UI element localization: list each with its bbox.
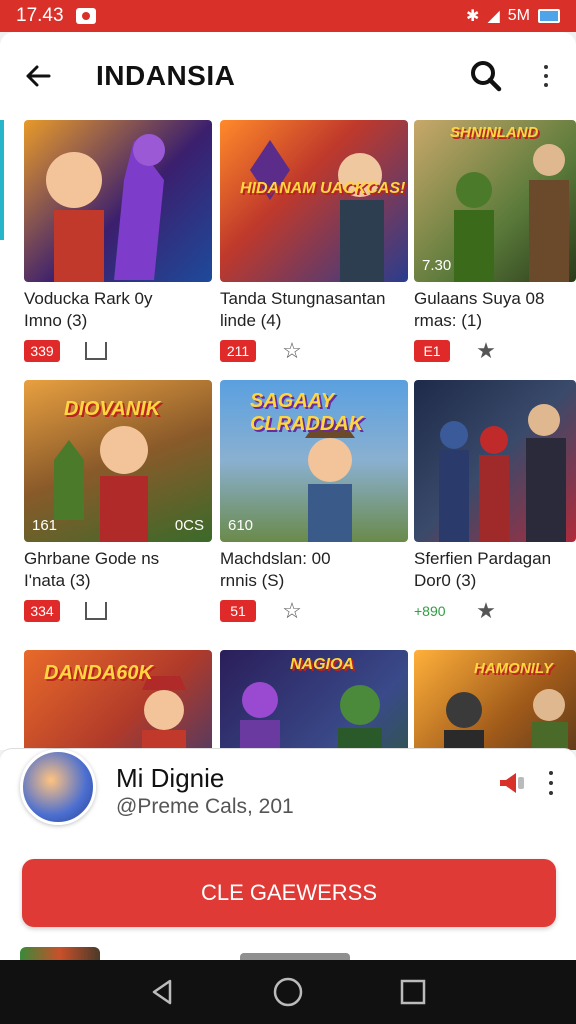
channel-subtitle: @Preme Cals, 201 — [116, 795, 294, 818]
video-thumbnail[interactable] — [24, 120, 212, 282]
thumbnail-logo: DIOVANIK — [64, 398, 161, 420]
share-icon[interactable]: ★ — [474, 598, 498, 623]
video-card[interactable]: Sferfien Pardagan Dor0 (3) +890 ★ — [414, 380, 576, 623]
duration-label-right: 0CS — [174, 517, 204, 534]
video-card[interactable]: SHNINLAND 7.30 Gulaans Suya 08 rmas: (1)… — [414, 120, 576, 363]
video-thumbnail[interactable]: SAGAAY CLRADDAK 610 — [220, 380, 408, 542]
thumbnail-logo: DANDA60K — [44, 662, 153, 684]
save-icon[interactable] — [84, 600, 108, 622]
status-time: 17.43 — [16, 5, 64, 26]
channel-menu-icon[interactable] — [544, 771, 558, 811]
video-subtitle: Dor0 (3) — [414, 571, 477, 590]
system-nav-bar — [0, 960, 576, 1024]
video-subtitle: rmas: (1) — [414, 311, 482, 330]
video-title: Sferfien Pardagan — [414, 549, 552, 568]
star-icon[interactable]: ☆ — [280, 338, 304, 363]
video-title: Ghrbane Gode ns — [24, 549, 160, 568]
video-subtitle: Imno (3) — [24, 311, 88, 330]
search-icon[interactable] — [468, 58, 504, 94]
overflow-menu-icon[interactable] — [536, 58, 556, 94]
channel-panel: Mi Dignie @Preme Cals, 201 CLE GAEWERSS — [0, 748, 576, 961]
next-item-peek — [20, 947, 100, 961]
thumbnail-logo: HAMONILY — [474, 660, 553, 677]
video-thumbnail[interactable]: SHNINLAND 7.30 — [414, 120, 576, 282]
status-right: ✱ ◢ 5M — [466, 6, 560, 26]
share-icon[interactable]: ★ — [474, 338, 498, 363]
views-badge: E1 — [414, 340, 450, 362]
network-label: 5M — [507, 7, 530, 24]
subscribe-button[interactable]: CLE GAEWERSS — [22, 859, 556, 927]
thumbnail-logo: HIDANAM UACKCAS! — [240, 180, 406, 197]
video-card[interactable]: DIOVANIK 161 0CS Ghrbane Gode ns I'nata … — [24, 380, 212, 622]
video-card[interactable]: NAGIOA — [220, 650, 408, 750]
video-thumbnail[interactable]: HAMONILY — [414, 650, 576, 750]
views-badge: +890 — [414, 603, 446, 619]
duration-label: 610 — [228, 517, 254, 534]
views-badge: 339 — [24, 340, 60, 362]
video-subtitle: I'nata (3) — [24, 571, 91, 590]
video-title: Machdslan: 00 — [220, 549, 331, 568]
recents-square-icon[interactable] — [396, 975, 430, 1009]
video-card[interactable]: HIDANAM UACKCAS! Tanda Stungnasantan lin… — [220, 120, 408, 363]
thumbnail-logo: NAGIOA — [290, 656, 354, 673]
scrollbar[interactable] — [0, 120, 4, 240]
back-arrow-icon[interactable] — [20, 58, 56, 94]
video-card[interactable]: DANDA60K — [24, 650, 212, 750]
notification-bell-icon[interactable] — [498, 771, 526, 795]
video-grid: Voducka Rark 0y Imno (3) 339 HIDANAM UAC… — [0, 120, 576, 750]
back-triangle-icon[interactable] — [146, 975, 180, 1009]
signal-icon: ◢ — [487, 8, 500, 25]
video-title: Gulaans Suya 08 — [414, 289, 545, 308]
thumbnail-logo: SAGAAY CLRADDAK — [250, 390, 364, 435]
video-subtitle: rnnis (S) — [220, 571, 285, 590]
notification-icon — [75, 8, 96, 24]
video-thumbnail[interactable]: DIOVANIK 161 0CS — [24, 380, 212, 542]
duration-label: 161 — [32, 517, 58, 534]
video-card[interactable]: HAMONILY — [414, 650, 576, 750]
home-circle-icon[interactable] — [271, 975, 305, 1009]
video-title: Tanda Stungnasantan — [220, 289, 386, 308]
channel-avatar[interactable] — [20, 749, 96, 825]
video-card[interactable]: SAGAAY CLRADDAK 610 Machdslan: 00 rnnis … — [220, 380, 408, 623]
battery-icon — [538, 9, 560, 23]
duration-label: 7.30 — [422, 257, 452, 274]
views-badge: 51 — [220, 600, 256, 622]
video-thumbnail[interactable] — [414, 380, 576, 542]
views-badge: 211 — [220, 340, 256, 362]
app-bar: INDANSIA — [0, 32, 576, 120]
channel-name: Mi Dignie — [116, 763, 225, 793]
video-thumbnail[interactable]: NAGIOA — [220, 650, 408, 750]
status-bar: 17.43 ✱ ◢ 5M — [0, 0, 576, 32]
video-thumbnail[interactable]: HIDANAM UACKCAS! — [220, 120, 408, 282]
thumbnail-logo: SHNINLAND — [450, 124, 539, 141]
video-card[interactable]: Voducka Rark 0y Imno (3) 339 — [24, 120, 212, 362]
save-icon[interactable] — [84, 340, 108, 362]
page-title: INDANSIA — [96, 60, 236, 91]
video-thumbnail[interactable]: DANDA60K — [24, 650, 212, 750]
bluetooth-icon: ✱ — [466, 8, 480, 25]
video-title: Voducka Rark 0y — [24, 289, 153, 308]
views-badge: 334 — [24, 600, 60, 622]
star-icon[interactable]: ☆ — [280, 598, 304, 623]
video-subtitle: linde (4) — [220, 311, 282, 330]
